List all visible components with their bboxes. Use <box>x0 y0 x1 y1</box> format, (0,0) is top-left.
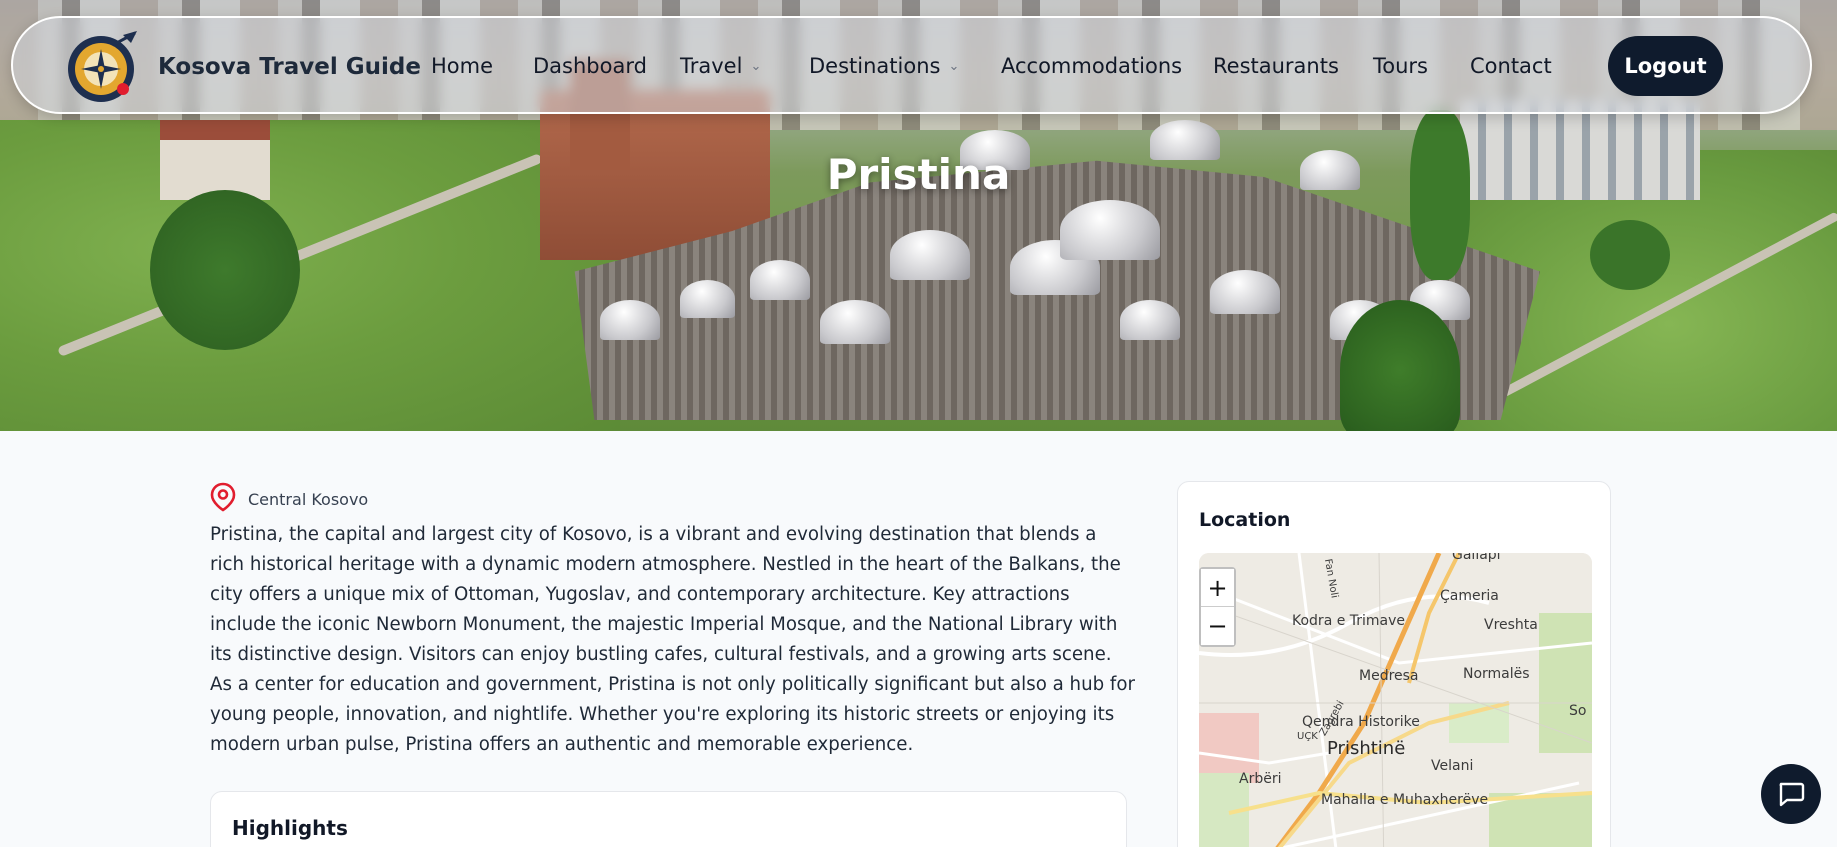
map-label: UÇK <box>1297 731 1318 742</box>
hero-tree <box>1590 220 1670 290</box>
nav-tours[interactable]: Tours <box>1373 54 1428 78</box>
hero-tree <box>1340 300 1460 431</box>
top-navbar: Kosova Travel Guide Home Dashboard Trave… <box>11 16 1812 114</box>
hero-dome <box>1120 300 1180 340</box>
zoom-in-button[interactable]: + <box>1201 569 1234 607</box>
map-label: Arbëri <box>1239 771 1282 787</box>
map-label: Medresa <box>1359 668 1419 684</box>
chat-icon <box>1776 778 1806 811</box>
nav-contact[interactable]: Contact <box>1470 54 1552 78</box>
nav-label: Tours <box>1373 54 1428 78</box>
map-label: Gallapi <box>1452 553 1501 563</box>
logout-button[interactable]: Logout <box>1608 36 1723 96</box>
map-label: Normalës <box>1463 666 1530 682</box>
nav-label: Restaurants <box>1213 54 1339 78</box>
zoom-out-button[interactable]: − <box>1201 607 1234 645</box>
destination-region: Central Kosovo <box>210 482 368 516</box>
hero-dome <box>1210 270 1280 314</box>
hero-dome <box>600 300 660 340</box>
location-title: Location <box>1199 509 1291 531</box>
nav-label: Travel <box>680 54 743 78</box>
map-label: Vreshta <box>1484 617 1538 633</box>
nav-destinations[interactable]: Destinations ⌄ <box>809 54 959 78</box>
map-label: Çameria <box>1440 588 1499 604</box>
nav-label: Contact <box>1470 54 1552 78</box>
region-label: Central Kosovo <box>248 489 369 509</box>
map-label: So <box>1569 703 1587 719</box>
location-card: Location Gallapi Kodra e Trimave Çameria… <box>1177 481 1611 847</box>
nav-label: Home <box>431 54 494 78</box>
hero-dome <box>680 280 735 318</box>
compass-plane-logo[interactable] <box>65 27 143 105</box>
highlights-card: Highlights <box>210 791 1127 847</box>
hero-dome <box>890 230 970 280</box>
hero-dome <box>750 260 810 300</box>
nav-accommodations[interactable]: Accommodations <box>1001 54 1182 78</box>
nav-label: Destinations <box>809 54 941 78</box>
map-pin-icon <box>210 482 236 516</box>
map-label: Velani <box>1431 758 1474 774</box>
destination-description: Pristina, the capital and largest city o… <box>210 524 1135 755</box>
nav-travel[interactable]: Travel ⌄ <box>680 54 761 78</box>
nav-dashboard[interactable]: Dashboard <box>533 54 647 78</box>
map-label: Kodra e Trimave <box>1292 613 1406 629</box>
location-map[interactable]: Gallapi Kodra e Trimave Çameria Vreshta … <box>1199 553 1592 847</box>
map-zoom-control: + − <box>1199 567 1236 647</box>
highlights-title: Highlights <box>232 816 348 840</box>
hero-tree <box>150 190 300 350</box>
nav-home[interactable]: Home <box>431 54 493 78</box>
brand-name[interactable]: Kosova Travel Guide <box>158 54 421 80</box>
chevron-down-icon: ⌄ <box>750 59 762 74</box>
hero-dome <box>820 300 890 344</box>
map-label: Prishtinë <box>1327 738 1406 759</box>
map-label: Mahalla e Muhaxherëve <box>1321 792 1489 808</box>
page-title: Pristina <box>826 150 1011 199</box>
chevron-down-icon: ⌄ <box>948 59 960 74</box>
hero-dome <box>1060 200 1160 260</box>
nav-restaurants[interactable]: Restaurants <box>1213 54 1339 78</box>
nav-label: Accommodations <box>1001 54 1183 78</box>
nav-label: Dashboard <box>533 54 647 78</box>
chat-button[interactable] <box>1761 764 1821 824</box>
